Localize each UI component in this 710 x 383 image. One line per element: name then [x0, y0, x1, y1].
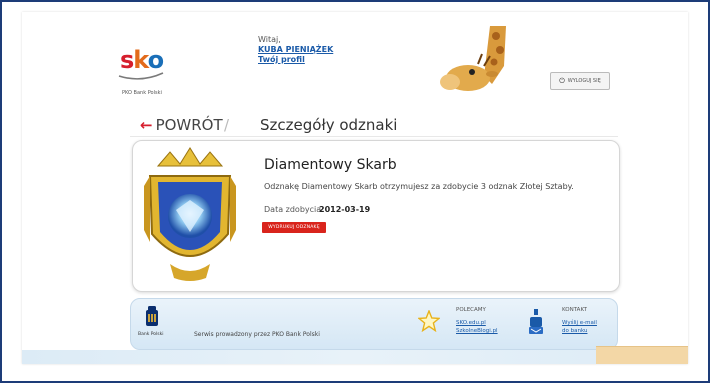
- email-link-line1[interactable]: Wyślij e-mail: [562, 320, 597, 326]
- giraffe-mascot-icon: [440, 26, 506, 91]
- pko-bank-logo-icon[interactable]: [142, 306, 162, 328]
- profile-link[interactable]: Twój profil: [258, 55, 333, 65]
- logo-subtitle: PKO Bank Polski: [122, 90, 162, 96]
- badge-title: Diamentowy Skarb: [264, 157, 397, 173]
- szkolneblogi-link[interactable]: SzkolneBlogi.pl: [456, 328, 498, 334]
- corner-decoration: [596, 346, 688, 364]
- breadcrumb-separator: /: [224, 116, 230, 134]
- power-icon: ⏻: [559, 76, 565, 85]
- diamond-badge-icon: [144, 147, 236, 281]
- date-value: 2012-03-19: [319, 205, 371, 214]
- badge-description: Odznakę Diamentowy Skarb otrzymujesz za …: [264, 182, 574, 191]
- kontakt-heading: KONTAKT: [562, 307, 587, 313]
- greeting-text: Witaj,: [258, 35, 281, 44]
- service-text: Serwis prowadzony przez PKO Bank Polski: [194, 331, 320, 338]
- page: sko PKO Bank Polski Witaj, KUBA PIENIĄŻE…: [22, 12, 688, 364]
- page-title: Szczegóły odznaki: [260, 116, 398, 134]
- user-name-link[interactable]: KUBA PIENIĄŻEK: [258, 45, 333, 55]
- logout-button[interactable]: ⏻ WYLOGUJ SIĘ: [550, 72, 610, 90]
- mailbox-icon: [529, 309, 543, 334]
- user-greeting: Witaj, KUBA PIENIĄŻEK Twój profil: [258, 35, 333, 65]
- print-badge-button[interactable]: WYDRUKUJ ODZNAKĘ: [262, 222, 326, 233]
- left-arrow-icon: ←: [140, 116, 153, 134]
- email-link-line2[interactable]: do banku: [562, 328, 587, 334]
- date-label: Data zdobycia:: [264, 205, 324, 214]
- screenshot-frame: sko PKO Bank Polski Witaj, KUBA PIENIĄŻE…: [0, 0, 710, 383]
- divider: [130, 136, 618, 137]
- footer-band: [22, 350, 688, 364]
- polecamy-heading: POLECAMY: [456, 307, 486, 313]
- logo-swoosh-icon: [118, 72, 164, 80]
- bank-name: Bank Polski: [138, 332, 164, 337]
- star-icon: [418, 310, 440, 332]
- back-label: POWRÓT: [155, 116, 223, 134]
- footer-panel: [130, 298, 618, 350]
- sko-link[interactable]: SKO.edu.pl: [456, 320, 486, 326]
- back-link[interactable]: ← POWRÓT: [140, 116, 223, 134]
- logout-label: WYLOGUJ SIĘ: [567, 78, 601, 84]
